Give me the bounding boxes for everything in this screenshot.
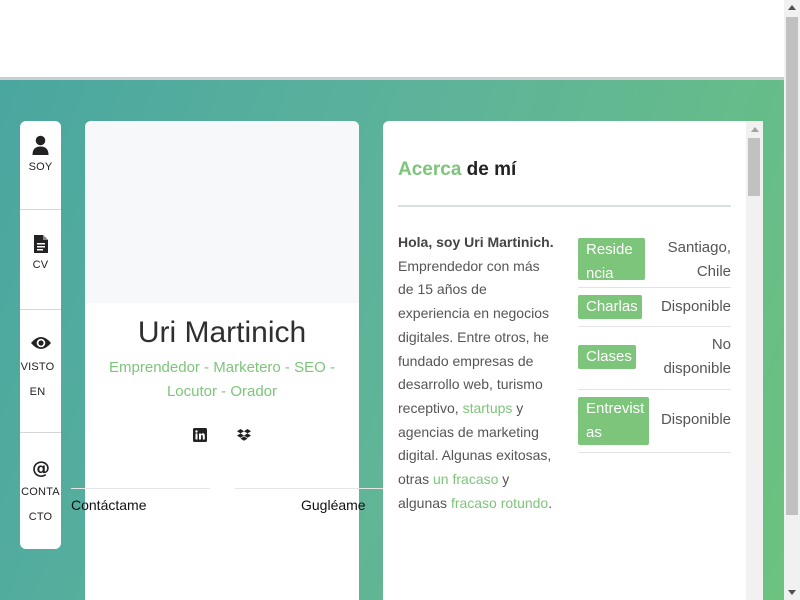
- contact-button[interactable]: Contáctame: [71, 497, 146, 513]
- profile-title: Emprendedor - Marketero - SEO - Locutor …: [109, 359, 335, 400]
- divider: [71, 488, 210, 489]
- nav-divider: [20, 432, 61, 433]
- svg-text:@: @: [32, 459, 50, 477]
- nav-label: CONTACTO: [21, 486, 60, 523]
- info-value: No disponible: [663, 336, 731, 377]
- info-row-charlas: Charlas Disponible: [578, 288, 731, 327]
- nav-item-visto-en[interactable]: VISTO EN: [20, 335, 61, 405]
- scroll-thumb[interactable]: [786, 17, 798, 515]
- info-tag: Charlas: [578, 295, 642, 319]
- at-icon: @: [32, 459, 50, 477]
- nav-label: VISTO EN: [20, 361, 55, 398]
- heading-accent: Acerca: [398, 159, 462, 180]
- info-tag: Residencia: [578, 238, 645, 280]
- info-row-clases: Clases No disponible: [578, 327, 731, 390]
- info-row-entrevistas: Entrevistas Disponible: [578, 390, 731, 453]
- about-panel: Acerca de mí Hola, soy Uri Martinich. Em…: [383, 121, 763, 600]
- info-tag: Clases: [578, 345, 636, 369]
- info-row-residencia: Residencia Santiago, Chile: [578, 231, 731, 288]
- linkedin-icon[interactable]: [192, 427, 207, 442]
- bio-text-part: .: [548, 494, 553, 511]
- heading-divider: [398, 205, 731, 207]
- info-list: Residencia Santiago, Chile Charlas Dispo…: [578, 231, 731, 453]
- scroll-up-icon[interactable]: [788, 5, 796, 10]
- profile-card: Uri Martinich Emprendedor - Marketero - …: [71, 121, 383, 600]
- social-links: [85, 426, 359, 444]
- nav-divider: [20, 209, 61, 210]
- bio-text: Hola, soy Uri Martinich. Emprendedor con…: [398, 231, 558, 515]
- about-heading: Acerca de mí: [398, 159, 516, 181]
- nav-item-cv[interactable]: CV: [20, 235, 61, 278]
- nav-label: SOY: [28, 161, 53, 173]
- scroll-down-icon[interactable]: [788, 590, 796, 595]
- info-tag: Entrevistas: [578, 397, 649, 445]
- top-header: [0, 0, 784, 77]
- info-value: Disponible: [660, 298, 731, 315]
- panel-scrollbar[interactable]: [746, 121, 763, 600]
- eye-icon: [30, 337, 51, 349]
- profile-photo: [85, 121, 359, 303]
- heading-rest: de mí: [461, 159, 517, 180]
- divider: [235, 488, 383, 489]
- dropbox-icon[interactable]: [237, 428, 252, 442]
- nav-label: CV: [32, 259, 49, 271]
- nav-divider: [20, 309, 61, 310]
- person-icon: [32, 135, 49, 155]
- page-scrollbar[interactable]: [784, 0, 800, 600]
- bio-greeting: Hola, soy Uri Martinich.: [398, 234, 554, 250]
- profile-name: Uri Martinich: [137, 316, 307, 349]
- scroll-thumb[interactable]: [748, 138, 760, 196]
- info-value: Disponible: [660, 411, 731, 428]
- side-nav: SOY CV VISTO EN @ CONTACTO: [20, 121, 61, 549]
- scroll-up-icon[interactable]: [751, 127, 759, 132]
- link-fracaso-rotundo[interactable]: fracaso rotundo: [451, 495, 548, 511]
- nav-item-soy[interactable]: SOY: [20, 135, 61, 180]
- nav-item-contacto[interactable]: @ CONTACTO: [20, 459, 61, 530]
- info-value: Santiago, Chile: [667, 239, 731, 280]
- link-fracaso[interactable]: un fracaso: [433, 471, 498, 487]
- link-startups[interactable]: startups: [463, 400, 513, 416]
- google-me-button[interactable]: Gugléame: [301, 497, 366, 513]
- bio-text-part: Emprendedor con más de 15 años de experi…: [398, 257, 549, 416]
- document-icon: [33, 235, 48, 253]
